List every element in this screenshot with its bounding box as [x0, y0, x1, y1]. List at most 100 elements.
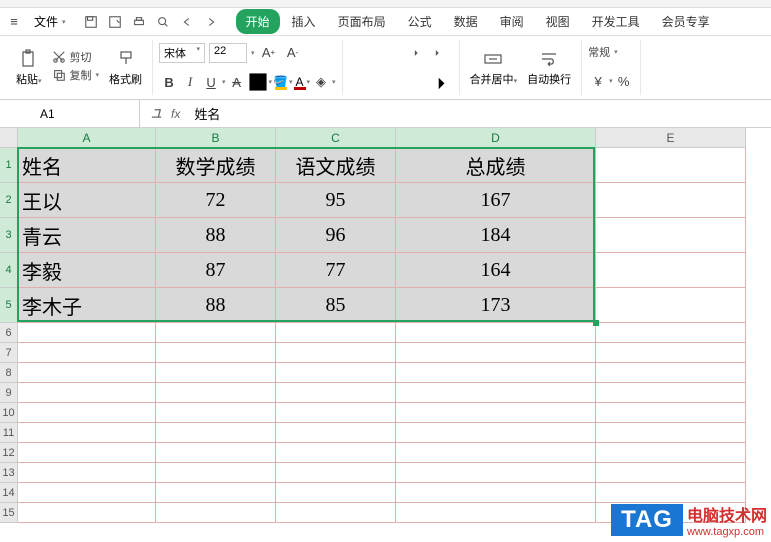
indent-dec-icon[interactable]	[412, 43, 432, 63]
fill-color-button[interactable]: 🪣	[273, 75, 288, 90]
cell-C1[interactable]: 语文成绩	[276, 148, 396, 183]
selection-handle[interactable]	[593, 320, 599, 326]
tab-view[interactable]: 视图	[536, 9, 580, 34]
tab-insert[interactable]: 插入	[282, 9, 326, 34]
cell-B6[interactable]	[156, 323, 276, 343]
row-header-3[interactable]: 3	[0, 218, 18, 253]
align-bottom-icon[interactable]	[391, 43, 411, 63]
tab-data[interactable]: 数据	[444, 9, 488, 34]
cell-E9[interactable]	[596, 383, 746, 403]
cell-B10[interactable]	[156, 403, 276, 423]
select-all-corner[interactable]	[0, 128, 18, 148]
cell-D8[interactable]	[396, 363, 596, 383]
merge-center-button[interactable]: 合并居中▾	[466, 49, 522, 87]
tab-formula[interactable]: 公式	[398, 9, 442, 34]
col-header-B[interactable]: B	[156, 128, 276, 148]
cell-C14[interactable]	[276, 483, 396, 503]
cell-B3[interactable]: 88	[156, 218, 276, 253]
cell-D11[interactable]	[396, 423, 596, 443]
currency-button[interactable]: ¥	[588, 71, 608, 91]
save-icon[interactable]	[80, 12, 102, 32]
tab-review[interactable]: 审阅	[490, 9, 534, 34]
cut-button[interactable]: 剪切	[52, 49, 100, 65]
cell-D7[interactable]	[396, 343, 596, 363]
name-box[interactable]: A1	[0, 100, 140, 127]
row-header-10[interactable]: 10	[0, 403, 18, 423]
fx-icon[interactable]: fx	[171, 107, 180, 121]
align-top-icon[interactable]	[349, 43, 369, 63]
tab-devtools[interactable]: 开发工具	[582, 9, 650, 34]
copy-button[interactable]: 复制▾	[52, 67, 100, 83]
cell-C5[interactable]: 85	[276, 288, 396, 323]
cell-B12[interactable]	[156, 443, 276, 463]
cell-A7[interactable]	[18, 343, 156, 363]
bold-button[interactable]: B	[159, 72, 179, 92]
col-header-C[interactable]: C	[276, 128, 396, 148]
font-name-select[interactable]: 宋体 ▾	[159, 43, 205, 63]
tab-start[interactable]: 开始	[236, 9, 280, 34]
cell-E8[interactable]	[596, 363, 746, 383]
cell-A5[interactable]: 李木子	[18, 288, 156, 323]
tab-layout[interactable]: 页面布局	[328, 9, 396, 34]
cell-E7[interactable]	[596, 343, 746, 363]
cell-A3[interactable]: 青云	[18, 218, 156, 253]
cell-E3[interactable]	[596, 218, 746, 253]
cell-C6[interactable]	[276, 323, 396, 343]
row-header-2[interactable]: 2	[0, 183, 18, 218]
strike-button[interactable]: A	[227, 72, 247, 92]
cell-B2[interactable]: 72	[156, 183, 276, 218]
row-header-6[interactable]: 6	[0, 323, 18, 343]
cell-E11[interactable]	[596, 423, 746, 443]
align-right-icon[interactable]	[391, 72, 411, 92]
align-middle-icon[interactable]	[370, 43, 390, 63]
cell-E2[interactable]	[596, 183, 746, 218]
increase-font-icon[interactable]: A+	[259, 43, 279, 63]
cell-E10[interactable]	[596, 403, 746, 423]
cell-C2[interactable]: 95	[276, 183, 396, 218]
format-painter-button[interactable]: 格式刷	[105, 49, 146, 87]
print-icon[interactable]	[128, 12, 150, 32]
font-size-select[interactable]: 22	[209, 43, 247, 63]
cell-C7[interactable]	[276, 343, 396, 363]
row-header-8[interactable]: 8	[0, 363, 18, 383]
cell-A6[interactable]	[18, 323, 156, 343]
cell-A12[interactable]	[18, 443, 156, 463]
cell-C13[interactable]	[276, 463, 396, 483]
cell-A13[interactable]	[18, 463, 156, 483]
cell-C10[interactable]	[276, 403, 396, 423]
font-color-button[interactable]: A	[294, 75, 306, 90]
cell-D13[interactable]	[396, 463, 596, 483]
cell-B4[interactable]: 87	[156, 253, 276, 288]
cancel-icon[interactable]	[150, 106, 163, 122]
orientation-icon[interactable]	[433, 72, 453, 92]
cell-B5[interactable]: 88	[156, 288, 276, 323]
row-header-9[interactable]: 9	[0, 383, 18, 403]
decrease-font-icon[interactable]: A-	[283, 43, 303, 63]
cell-B11[interactable]	[156, 423, 276, 443]
percent-button[interactable]: %	[614, 71, 634, 91]
save-as-icon[interactable]	[104, 12, 126, 32]
cell-C15[interactable]	[276, 503, 396, 523]
border-button[interactable]	[248, 72, 268, 92]
cell-A10[interactable]	[18, 403, 156, 423]
cell-D15[interactable]	[396, 503, 596, 523]
number-format-select[interactable]: 常规 ▾	[588, 44, 634, 60]
cell-E14[interactable]	[596, 483, 746, 503]
cell-D6[interactable]	[396, 323, 596, 343]
formula-input[interactable]: 姓名	[190, 104, 771, 123]
align-justify-icon[interactable]	[412, 72, 432, 92]
wrap-text-button[interactable]: 自动换行	[523, 49, 575, 87]
cell-D9[interactable]	[396, 383, 596, 403]
row-header-13[interactable]: 13	[0, 463, 18, 483]
cell-D12[interactable]	[396, 443, 596, 463]
row-header-11[interactable]: 11	[0, 423, 18, 443]
cell-A9[interactable]	[18, 383, 156, 403]
row-header-12[interactable]: 12	[0, 443, 18, 463]
cell-A4[interactable]: 李毅	[18, 253, 156, 288]
cell-B7[interactable]	[156, 343, 276, 363]
cell-A2[interactable]: 王以	[18, 183, 156, 218]
cell-E6[interactable]	[596, 323, 746, 343]
cell-C3[interactable]: 96	[276, 218, 396, 253]
file-menu[interactable]: 文件▾	[26, 11, 74, 32]
italic-button[interactable]: I	[180, 72, 200, 92]
